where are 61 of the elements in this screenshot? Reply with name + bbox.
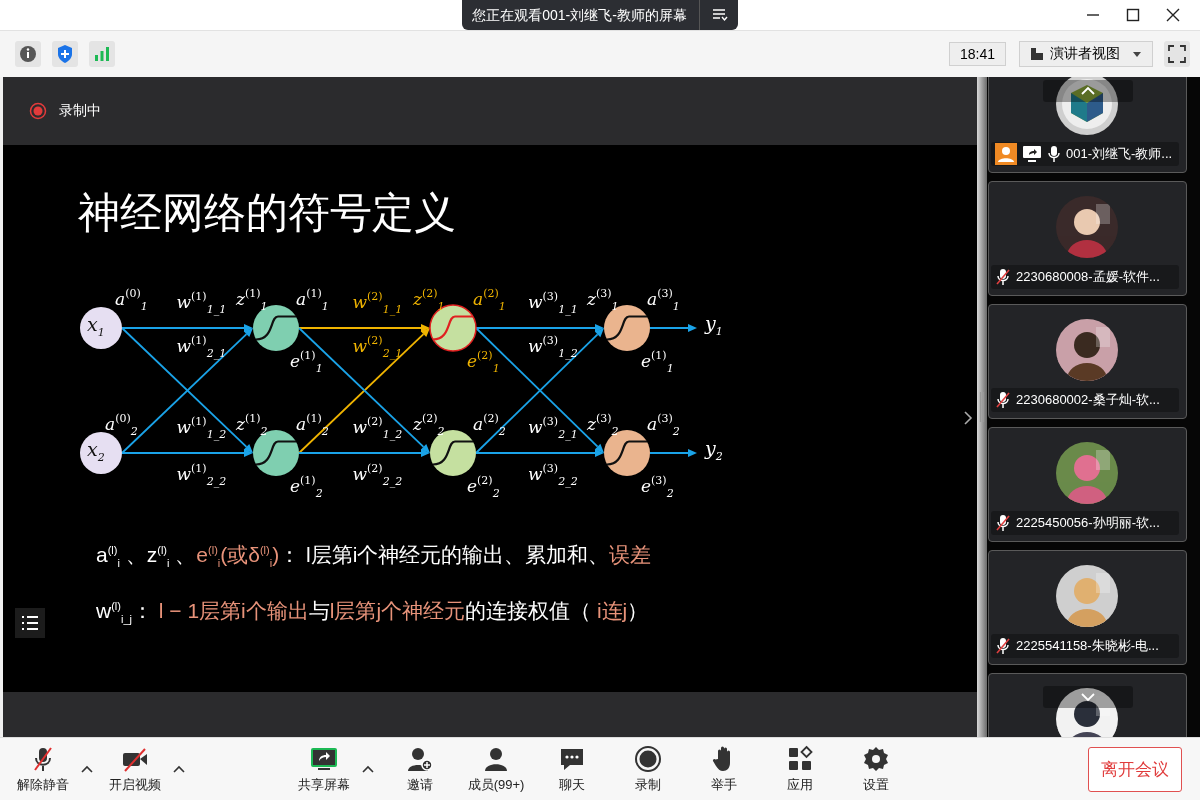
arrow: [649, 449, 697, 457]
participant-name: 2230680008-孟媛-软件...: [1016, 268, 1160, 286]
screen-share-icon: [1022, 145, 1042, 163]
microphone-icon: [1047, 145, 1061, 163]
slide-title: 神经网络的符号定义: [78, 188, 457, 238]
participant-name: 2230680002-桑子灿-软...: [1016, 391, 1160, 409]
participant-name: 001-刘继飞-教师...: [1066, 145, 1173, 163]
settings-icon: [862, 744, 890, 773]
definition-text: w$^{(l)}$$_{i_j}$： l − 1层第i个输出与l层第j个神经元的连接权值（ i连j）: [96, 598, 650, 625]
muted-microphone-icon: [995, 391, 1011, 409]
layout-icon: [1030, 47, 1044, 61]
chevron-up-icon[interactable]: [1043, 80, 1133, 102]
close-icon[interactable]: [1166, 8, 1180, 22]
caret-icon[interactable]: [81, 765, 93, 773]
participant-name: 2225541158-朱晓彬-电...: [1016, 637, 1159, 655]
person-icon: [995, 143, 1017, 165]
hand-button[interactable]: 举手: [686, 744, 762, 794]
recording-icon: [29, 102, 47, 120]
info-icon[interactable]: [15, 41, 41, 67]
record-icon: [634, 744, 662, 773]
chevron-down-icon[interactable]: [1043, 686, 1133, 708]
settings-button[interactable]: 设置: [838, 744, 914, 794]
title-tab[interactable]: 您正在观看001-刘继飞-教师的屏幕: [462, 0, 738, 30]
record-button[interactable]: 录制: [610, 744, 686, 794]
muted-microphone-icon: [995, 268, 1011, 286]
participant-name: 2225450056-孙明丽-软...: [1016, 514, 1160, 532]
node-label: x$_{2}$: [87, 440, 105, 463]
fullscreen-icon[interactable]: [1164, 41, 1190, 67]
muted-microphone-icon: [995, 637, 1011, 655]
arrow: [649, 324, 697, 332]
view-mode-dropdown[interactable]: 演讲者视图: [1019, 41, 1153, 67]
apps-button[interactable]: 应用: [762, 744, 838, 794]
video-button[interactable]: 开启视频: [97, 744, 173, 794]
participant-tile[interactable]: 001-刘继飞-教师...: [988, 77, 1187, 173]
node-label: x$_{1}$: [87, 315, 105, 338]
participant-tile[interactable]: 2230680008-孟媛-软件...: [988, 181, 1187, 296]
apps-icon: [786, 744, 814, 773]
chevron-right-icon[interactable]: [963, 410, 973, 426]
share-button[interactable]: 共享屏幕: [286, 744, 362, 794]
muted-microphone-icon: [995, 514, 1011, 532]
shield-icon[interactable]: [52, 41, 78, 67]
chat-button[interactable]: 聊天: [534, 744, 610, 794]
recording-label: 录制中: [59, 102, 101, 120]
list-icon[interactable]: [15, 608, 45, 638]
participant-tile[interactable]: 2230680002-桑子灿-软...: [988, 304, 1187, 419]
invite-button[interactable]: 邀请: [382, 744, 458, 794]
meeting-time: 18:41: [948, 42, 1006, 66]
output-label: y$_{2}$: [705, 439, 723, 462]
members-button[interactable]: 成员(99+): [458, 744, 534, 794]
splitter-handle-icon[interactable]: [979, 392, 985, 422]
caret-icon[interactable]: [173, 765, 185, 773]
mic-button[interactable]: 解除静音: [5, 744, 81, 794]
definition-text: a$^{(l)}$$_{i}$ 、z$^{(l)}$$_{i}$ 、e$^{(l)}$$_{i}$(或δ$^{(l)}$$_{i}$)： l层第i个神经元的输出、累加和、误差: [96, 542, 653, 569]
participant-tile[interactable]: 2225450056-孙明丽-软...: [988, 427, 1187, 542]
dropdown-arrow-icon: [1132, 50, 1142, 58]
output-label: y$_{1}$: [705, 314, 723, 337]
menu-icon[interactable]: [711, 8, 728, 22]
caret-icon[interactable]: [362, 765, 374, 773]
participant-tile[interactable]: 2225541158-朱晓彬-电...: [988, 550, 1187, 665]
maximize-icon[interactable]: [1126, 8, 1140, 22]
leave-meeting-button[interactable]: 离开会议: [1088, 746, 1182, 792]
